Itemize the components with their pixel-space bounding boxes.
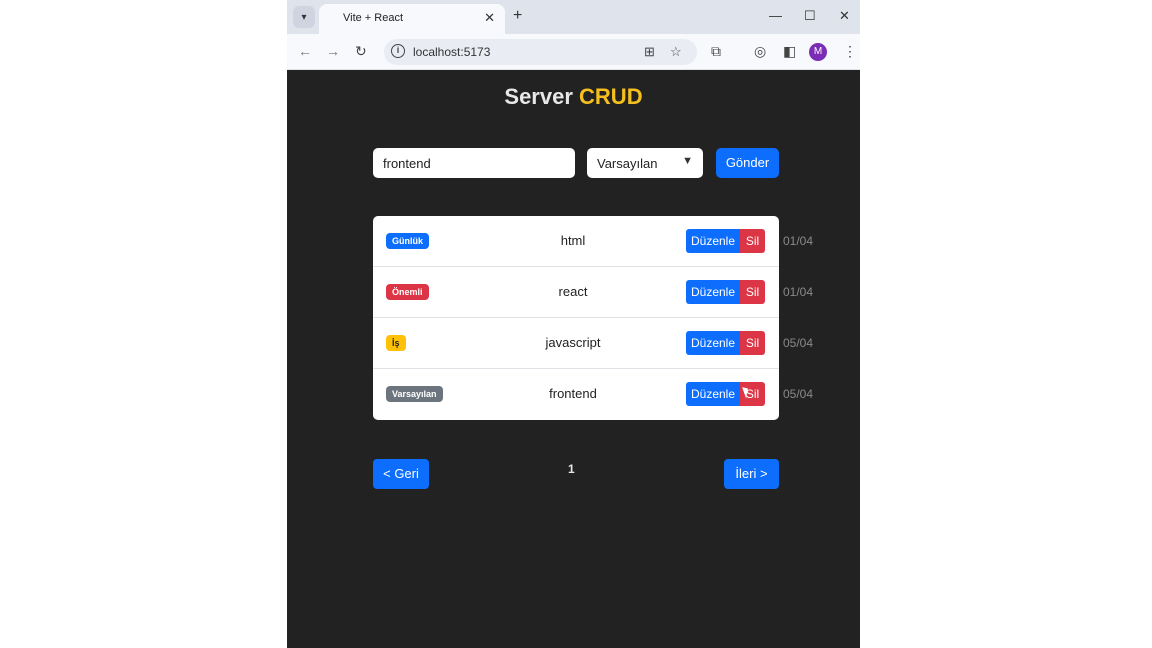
browser-toolbar: ← → ↻ i localhost:5173 ⊞ ☆ ⧉ ◎ ◧ M ⋮ <box>287 34 860 70</box>
reload-icon[interactable]: ↻ <box>355 43 367 60</box>
current-page-number: 1 <box>568 462 575 476</box>
app-page: Server CRUD Varsayılan ▼ Gönder Günlük h… <box>287 70 860 648</box>
delete-button[interactable]: Sil <box>740 280 765 304</box>
browser-window: ▾ Vite + React ✕ + — ☐ ✕ ← → ↻ i localho… <box>287 0 860 648</box>
list-item: Önemli react Düzenle Sil 01/04 <box>373 267 813 318</box>
item-date: 01/04 <box>783 285 814 299</box>
category-badge: Günlük <box>386 233 429 249</box>
translate-icon[interactable]: ⊞ <box>644 44 655 60</box>
list-item: İş javascript Düzenle Sil 05/04 <box>373 318 813 369</box>
menu-kebab-icon[interactable]: ⋮ <box>843 43 857 60</box>
title-accent: CRUD <box>579 84 643 109</box>
maximize-icon[interactable]: ☐ <box>804 8 816 24</box>
list-item: Varsayılan frontend Düzenle Sil 05/04 <box>373 369 813 420</box>
edit-button[interactable]: Düzenle <box>686 331 740 355</box>
submit-button[interactable]: Gönder <box>716 148 779 178</box>
title-main: Server <box>504 84 573 109</box>
category-select[interactable]: Varsayılan ▼ <box>587 148 703 178</box>
todo-list: Günlük html Düzenle Sil 01/04 Önemli rea… <box>373 216 813 420</box>
category-badge: Varsayılan <box>386 386 443 402</box>
browser-tab[interactable]: Vite + React ✕ <box>319 4 505 34</box>
address-bar[interactable]: i localhost:5173 ⊞ ☆ <box>384 39 697 65</box>
list-item: Günlük html Düzenle Sil 01/04 <box>373 216 813 267</box>
forward-icon[interactable]: → <box>326 43 340 59</box>
category-badge: İş <box>386 335 406 351</box>
tab-strip: ▾ Vite + React ✕ + — ☐ ✕ <box>287 0 860 34</box>
profile-avatar[interactable]: M <box>809 43 827 61</box>
minimize-icon[interactable]: — <box>769 8 782 23</box>
window-close-icon[interactable]: ✕ <box>839 8 850 24</box>
delete-button[interactable]: Sil <box>740 331 765 355</box>
side-panel-icon[interactable]: ◧ <box>783 43 796 60</box>
back-icon[interactable]: ← <box>298 43 312 59</box>
edit-button[interactable]: Düzenle <box>686 229 740 253</box>
prev-page-button[interactable]: < Geri <box>373 459 429 489</box>
item-date: 05/04 <box>783 336 814 350</box>
item-date: 05/04 <box>783 387 814 401</box>
tab-search-icon[interactable]: ▾ <box>293 6 315 28</box>
url-text: localhost:5173 <box>413 45 491 59</box>
extensions-icon[interactable]: ⧉ <box>711 43 721 60</box>
edit-button[interactable]: Düzenle <box>686 280 740 304</box>
item-text: react <box>558 284 588 299</box>
item-text: html <box>560 233 586 248</box>
delete-button[interactable]: Sil <box>740 229 765 253</box>
media-icon[interactable]: ◎ <box>754 43 766 60</box>
new-tab-icon[interactable]: + <box>513 7 522 25</box>
next-page-button[interactable]: İleri > <box>724 459 779 489</box>
tab-title: Vite + React <box>343 12 404 24</box>
page-title: Server CRUD <box>287 84 860 110</box>
item-date: 01/04 <box>783 234 814 248</box>
item-text: javascript <box>545 335 601 350</box>
chevron-down-icon: ▼ <box>682 155 693 167</box>
category-badge: Önemli <box>386 284 429 300</box>
todo-text-input[interactable] <box>373 148 575 178</box>
item-text: frontend <box>549 386 597 401</box>
category-select-value: Varsayılan <box>597 156 658 171</box>
bookmark-star-icon[interactable]: ☆ <box>670 44 682 60</box>
site-info-icon[interactable]: i <box>391 44 405 58</box>
tab-close-icon[interactable]: ✕ <box>484 10 495 26</box>
edit-button[interactable]: Düzenle <box>686 382 740 406</box>
